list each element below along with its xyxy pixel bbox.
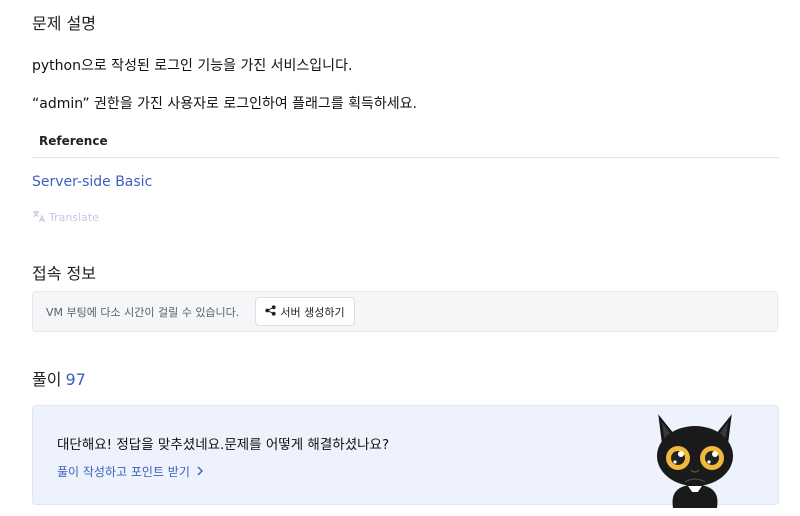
translate-button[interactable]: Translate [32, 209, 99, 226]
black-cat-mascot [645, 412, 745, 508]
reference-heading: Reference [39, 134, 108, 148]
write-writeup-link[interactable]: 풀이 작성하고 포인트 받기 [57, 463, 204, 480]
vm-boot-notice: VM 부팅에 다소 시간이 걸릴 수 있습니다. [46, 306, 240, 319]
share-icon [265, 304, 277, 319]
reference-divider [32, 157, 779, 158]
create-server-label: 서버 생성하기 [280, 305, 345, 319]
problem-description-line-1: python으로 작성된 로그인 기능을 가진 서비스입니다. [32, 58, 353, 74]
chevron-right-icon [196, 465, 204, 479]
solves-label: 풀이 [32, 370, 62, 389]
translate-icon [32, 209, 46, 226]
solved-congrats-card: 대단해요! 정답을 맞추셨네요.문제를 어떻게 해결하셨나요? 풀이 작성하고 … [32, 405, 779, 508]
problem-heading: 문제 설명 [32, 14, 96, 33]
solves-heading: 풀이 97 [32, 366, 86, 390]
translate-label: Translate [49, 211, 99, 224]
access-heading: 접속 정보 [32, 264, 96, 283]
congrats-message: 대단해요! 정답을 맞추셨네요.문제를 어떻게 해결하셨나요? [57, 437, 390, 453]
vm-info-box: VM 부팅에 다소 시간이 걸릴 수 있습니다. 서버 생성하기 [32, 291, 778, 332]
write-writeup-label: 풀이 작성하고 포인트 받기 [57, 465, 190, 479]
create-server-button[interactable]: 서버 생성하기 [255, 297, 355, 326]
solves-count: 97 [65, 370, 86, 389]
reference-link-server-side-basic[interactable]: Server-side Basic [32, 174, 152, 190]
problem-description-line-2: “admin” 권한을 가진 사용자로 로그인하여 플래그를 획득하세요. [32, 96, 417, 112]
